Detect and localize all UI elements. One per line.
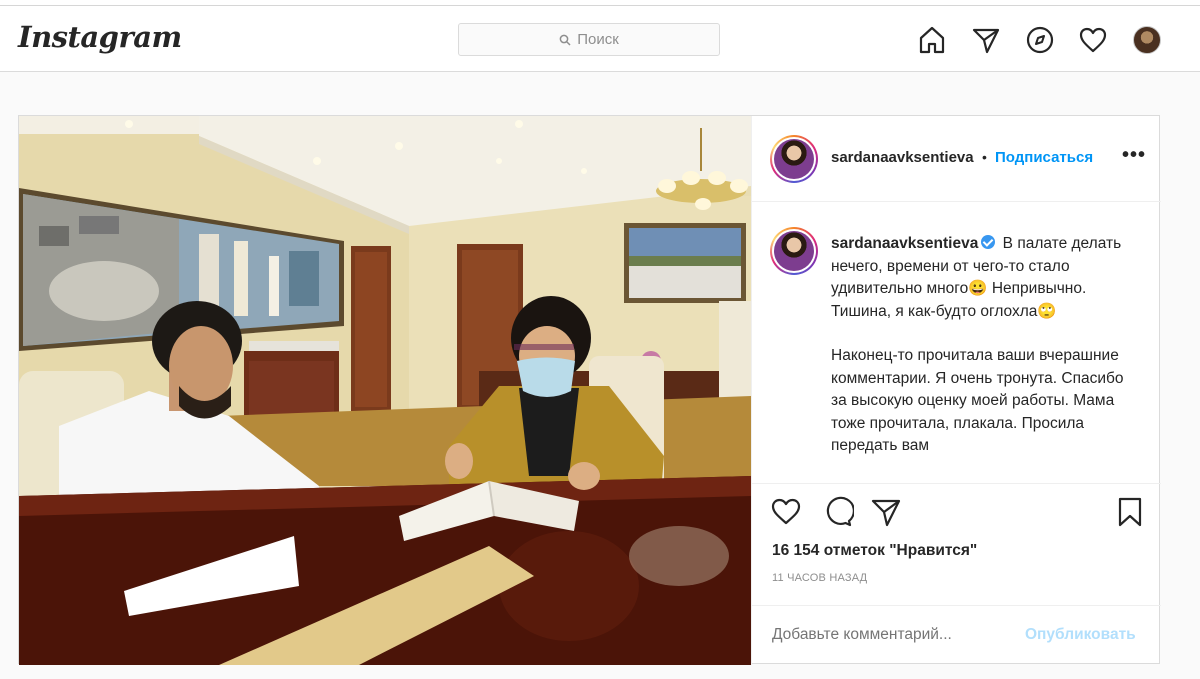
home-icon[interactable] bbox=[917, 25, 947, 55]
like-heart-icon[interactable] bbox=[770, 496, 802, 528]
caption-paragraph-2: Наконец-то прочитала ваши вчерашние комм… bbox=[831, 347, 1124, 454]
share-paper-plane-icon[interactable] bbox=[870, 496, 902, 528]
post-sidebar: sardanaavksentieva • Подписаться ••• sar… bbox=[751, 116, 1161, 665]
follow-button[interactable]: Подписаться bbox=[995, 149, 1093, 166]
caption-avatar-story-ring[interactable] bbox=[770, 227, 818, 275]
likes-count[interactable]: 16 154 отметок "Нравится" bbox=[772, 542, 977, 560]
post-photo[interactable] bbox=[19, 116, 751, 665]
author-avatar bbox=[774, 139, 814, 179]
more-options-icon[interactable]: ••• bbox=[1122, 144, 1146, 167]
comment-input[interactable] bbox=[772, 626, 1012, 644]
search-placeholder: Поиск bbox=[577, 31, 619, 48]
explore-icon[interactable] bbox=[1025, 25, 1055, 55]
post-header: sardanaavksentieva • Подписаться ••• bbox=[752, 116, 1161, 202]
post-actions: 16 154 отметок "Нравится" 11 ЧАСОВ НАЗАД bbox=[752, 483, 1161, 605]
caption-author-avatar bbox=[774, 231, 814, 271]
search-box[interactable]: Поиск bbox=[458, 23, 720, 56]
instagram-logo[interactable]: Instagram bbox=[18, 20, 182, 54]
caption-username[interactable]: sardanaavksentieva bbox=[831, 235, 978, 252]
search-icon bbox=[559, 34, 571, 46]
office-meeting-photo bbox=[19, 116, 751, 665]
verified-badge-icon bbox=[981, 235, 996, 249]
post-card: sardanaavksentieva • Подписаться ••• sar… bbox=[18, 115, 1161, 665]
separator-dot: • bbox=[982, 149, 987, 165]
profile-avatar[interactable] bbox=[1133, 26, 1161, 54]
post-caption: sardanaavksentieva В палате делать нечег… bbox=[831, 233, 1143, 458]
caption-scroll-area[interactable]: sardanaavksentieva В палате делать нечег… bbox=[752, 203, 1161, 483]
top-navigation-bar: Instagram Поиск bbox=[0, 6, 1200, 72]
add-comment-bar: Опубликовать bbox=[752, 605, 1161, 665]
author-avatar-story-ring[interactable] bbox=[770, 135, 818, 183]
direct-icon[interactable] bbox=[971, 25, 1001, 55]
post-timestamp[interactable]: 11 ЧАСОВ НАЗАД bbox=[772, 572, 867, 584]
comment-bubble-icon[interactable] bbox=[822, 496, 855, 528]
activity-heart-icon[interactable] bbox=[1078, 25, 1108, 55]
publish-comment-button[interactable]: Опубликовать bbox=[1025, 626, 1136, 644]
post-author-username[interactable]: sardanaavksentieva bbox=[831, 149, 974, 166]
save-bookmark-icon[interactable] bbox=[1114, 496, 1146, 528]
